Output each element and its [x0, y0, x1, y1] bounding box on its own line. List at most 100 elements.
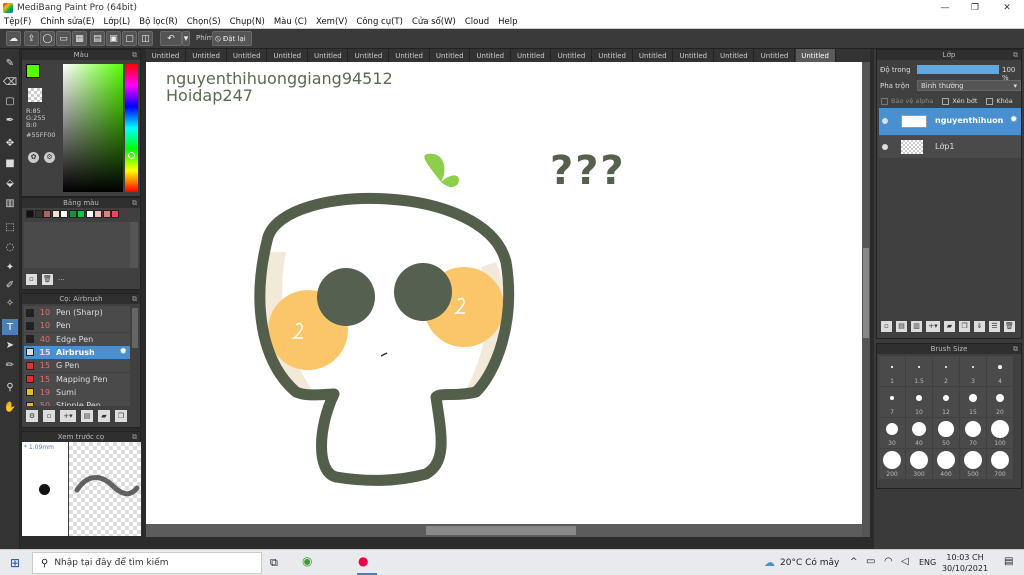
brush-size-option[interactable]: 3 — [960, 356, 986, 386]
layer-row-active[interactable]: nguyenthihuon ✹ — [879, 108, 1021, 135]
brush-item[interactable]: 15 Mapping Pen — [24, 372, 130, 386]
copy-brush-icon[interactable]: ▤ — [81, 410, 93, 422]
menu-item-3[interactable]: Bộ lọc(R) — [139, 17, 178, 27]
brush-size-option[interactable]: 7 — [879, 387, 905, 417]
brush-item[interactable]: 50 Stipple Pen — [24, 399, 130, 406]
new-8bit-layer-icon[interactable]: ▥ — [911, 321, 922, 332]
new-brush-icon[interactable]: ▫ — [43, 410, 55, 422]
palette-scrollbar[interactable] — [130, 222, 138, 268]
canvas-paper[interactable]: nguyenthihuonggiang94512 Hoidap247 ??? — [146, 62, 862, 524]
add-layer-dropdown-icon[interactable]: +▾ — [926, 321, 940, 332]
brush-size-option[interactable]: 2 — [933, 356, 959, 386]
brush-size-option[interactable]: 400 — [933, 449, 959, 479]
lock-checkbox[interactable] — [986, 97, 994, 105]
export-icon[interactable]: ⇪ — [24, 31, 39, 46]
grid-icon[interactable]: ▦ — [72, 31, 87, 46]
speech-bubble-icon[interactable]: ◯ — [40, 31, 55, 46]
menu-item-5[interactable]: Chụp(N) — [230, 17, 265, 27]
chevron-up-icon[interactable]: ^ — [850, 557, 858, 567]
saturation-value-picker[interactable] — [63, 64, 123, 192]
blend-mode-select[interactable]: Bình thường ▾ — [917, 80, 1021, 91]
clock[interactable]: 10:03 CH 30/10/2021 — [940, 552, 990, 574]
document-tab[interactable]: Untitled — [227, 49, 268, 62]
magic-wand-icon[interactable]: ✦ — [2, 259, 18, 275]
brush-size-option[interactable]: 70 — [960, 418, 986, 448]
select-pen-icon[interactable]: ✐ — [2, 277, 18, 293]
transparent-color-swatch[interactable] — [28, 88, 42, 102]
document-tab[interactable]: Untitled — [755, 49, 795, 62]
maximize-icon[interactable]: ❐ — [960, 0, 990, 15]
brush-item[interactable]: 10 Pen (Sharp) — [24, 306, 130, 319]
protect-alpha-checkbox[interactable] — [881, 97, 888, 105]
foreground-color-swatch[interactable] — [26, 64, 40, 78]
shape-tool-icon[interactable]: ■ — [2, 155, 18, 171]
network-icon[interactable]: ▭ — [866, 556, 875, 567]
brush-size-option[interactable]: 300 — [906, 449, 932, 479]
palette-swatch[interactable] — [43, 210, 51, 218]
fill-tool-icon[interactable]: ⬙ — [2, 175, 18, 191]
brush-item[interactable]: 15 G Pen — [24, 359, 130, 373]
close-icon[interactable]: ✕ — [992, 0, 1022, 15]
panel-float-icon[interactable]: ⧉ — [1013, 50, 1018, 60]
opacity-slider[interactable] — [917, 65, 999, 74]
document-tab[interactable]: Untitled — [146, 49, 186, 62]
brush-size-option[interactable]: 12 — [933, 387, 959, 417]
document-tab[interactable]: Untitled — [308, 49, 349, 62]
trash-icon[interactable]: 🗑 — [1004, 321, 1015, 332]
palette-swatch[interactable] — [26, 210, 34, 218]
eye-icon[interactable] — [882, 118, 888, 124]
brush-size-option[interactable]: 15 — [960, 387, 986, 417]
panel-float-icon[interactable]: ⧉ — [132, 198, 137, 208]
volume-icon[interactable]: ◁ — [901, 556, 909, 567]
text-tool-icon[interactable]: T — [2, 319, 18, 335]
brush-size-option[interactable]: 1 — [879, 356, 905, 386]
trash-icon[interactable]: 🗑 — [42, 274, 53, 285]
menu-item-7[interactable]: Xem(V) — [316, 17, 347, 27]
document-tab[interactable]: Untitled — [714, 49, 755, 62]
brush-size-option[interactable]: 40 — [906, 418, 932, 448]
windows-start-icon[interactable]: ⊞ — [10, 556, 20, 570]
palette-swatch[interactable] — [111, 210, 119, 218]
hue-slider[interactable] — [125, 64, 138, 192]
palette-swatch[interactable] — [60, 210, 68, 218]
new-layer-icon[interactable]: ▫ — [881, 321, 892, 332]
canvas-area[interactable]: nguyenthihuonggiang94512 Hoidap247 ??? — [146, 62, 870, 537]
panel-float-icon[interactable]: ⧉ — [1013, 344, 1018, 354]
select-eraser-icon[interactable]: ✧ — [2, 295, 18, 311]
vertical-scroll-thumb[interactable] — [863, 248, 869, 338]
document-tab[interactable]: Untitled — [593, 49, 633, 62]
color-settings-icon[interactable]: ⚙ — [44, 152, 55, 163]
brush-size-option[interactable]: 4 — [987, 356, 1013, 386]
minimize-icon[interactable]: — — [930, 0, 960, 15]
layer-row[interactable]: Lớp1 — [879, 136, 1021, 158]
menu-item-10[interactable]: Cloud — [465, 17, 489, 27]
brush-size-option[interactable]: 20 — [987, 387, 1013, 417]
palette-swatch[interactable] — [34, 210, 43, 218]
blur-tool-icon[interactable]: ✒ — [2, 112, 18, 128]
menu-item-0[interactable]: Tệp(F) — [4, 17, 31, 27]
menu-item-4[interactable]: Chọn(S) — [187, 17, 221, 27]
weather-text[interactable]: 20°C Có mây — [780, 558, 839, 568]
notification-icon[interactable]: ▤ — [1004, 556, 1013, 567]
language-indicator[interactable]: ENG — [919, 558, 936, 567]
panel-icon[interactable]: ▤ — [90, 31, 105, 46]
palette-swatch[interactable] — [85, 210, 94, 218]
palette-swatch[interactable] — [68, 210, 77, 218]
layout-icon[interactable]: ▣ — [106, 31, 121, 46]
brush-size-option[interactable]: 100 — [987, 418, 1013, 448]
color-wheel-icon[interactable]: ✿ — [28, 152, 39, 163]
layer-settings-icon[interactable]: ✹ — [1010, 115, 1018, 125]
menu-item-9[interactable]: Cửa sổ(W) — [412, 17, 456, 27]
palette-swatch[interactable] — [94, 210, 102, 218]
brush-size-option[interactable]: 30 — [879, 418, 905, 448]
document-tab[interactable]: Untitled — [430, 49, 471, 62]
copy-layer-icon[interactable]: ❐ — [959, 321, 970, 332]
hand-tool-icon[interactable]: ✋ — [2, 399, 18, 415]
menu-item-6[interactable]: Màu (C) — [274, 17, 307, 27]
taskbar-app-icon[interactable]: ◉ — [302, 554, 312, 568]
hue-handle[interactable] — [128, 152, 135, 159]
folder-icon[interactable]: ▰ — [98, 410, 110, 422]
brush-size-option[interactable]: 200 — [879, 449, 905, 479]
comment-icon[interactable]: ▭ — [56, 31, 71, 46]
brush-size-option[interactable]: 50 — [933, 418, 959, 448]
